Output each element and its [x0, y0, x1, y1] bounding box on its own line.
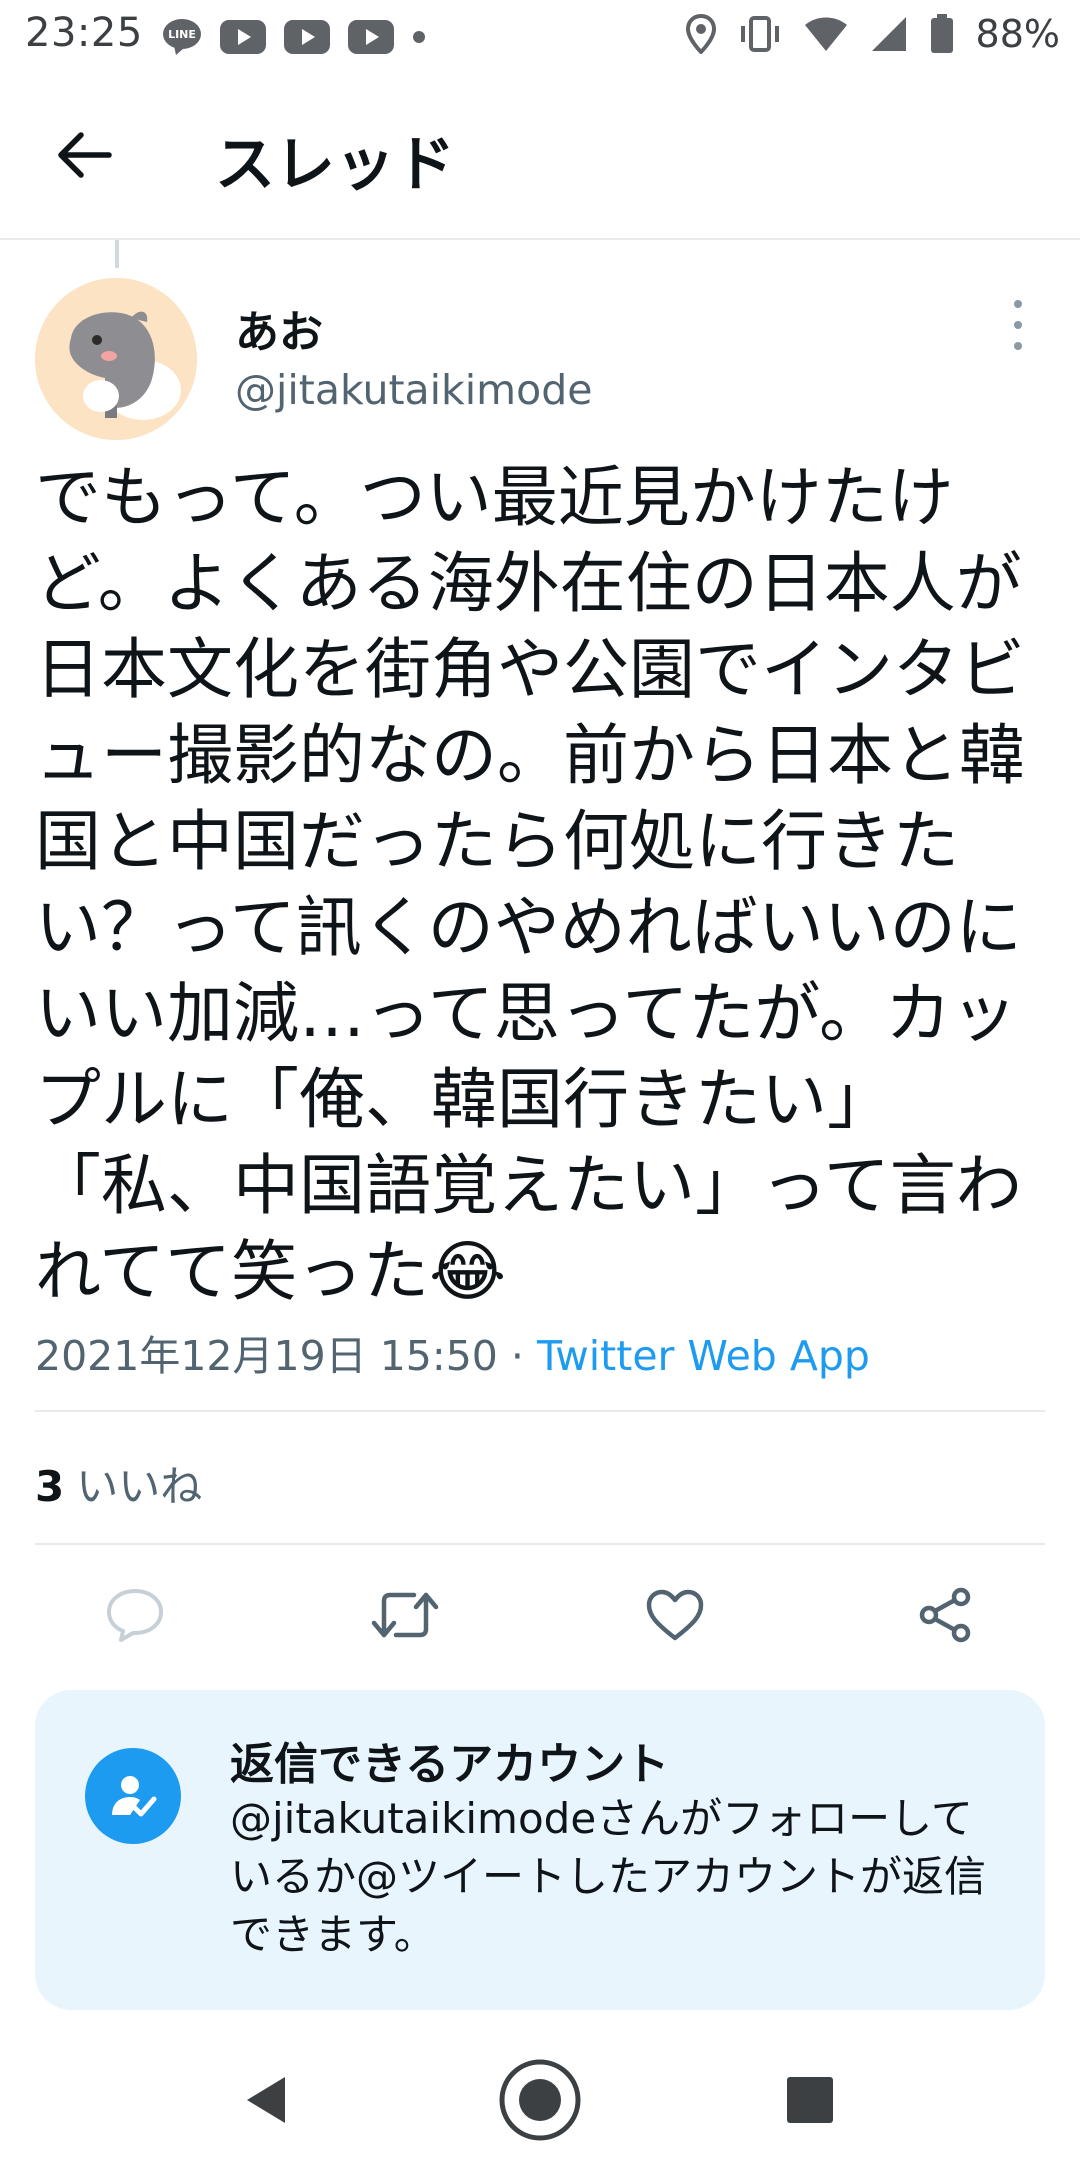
dot-icon: [413, 31, 425, 43]
reply-permission-icon-badge: [85, 1748, 181, 1844]
reply-permission-title: 返信できるアカウント: [230, 1739, 670, 1790]
tweet-source-link[interactable]: Twitter Web App: [537, 1332, 870, 1380]
thread-connector-line: [115, 240, 119, 268]
nav-recents-button[interactable]: [762, 2052, 858, 2148]
nav-back-button[interactable]: [218, 2052, 314, 2148]
location-icon: [685, 14, 716, 54]
tweet-action-bar: [0, 1580, 1080, 1660]
author-handle[interactable]: @jitakutaikimode: [235, 366, 592, 414]
svg-text:LINE: LINE: [168, 28, 196, 41]
arrow-left-icon: [58, 132, 112, 178]
youtube-icon: [220, 20, 266, 54]
battery-percent: 88%: [975, 12, 1060, 56]
more-options-button[interactable]: [1003, 300, 1033, 350]
likes-row[interactable]: 3 いいね: [35, 1453, 202, 1514]
meta-separator: ·: [497, 1332, 537, 1380]
share-icon: [919, 1587, 971, 1643]
system-icons: 88%: [685, 12, 1060, 56]
vibrate-icon: [740, 16, 779, 52]
tapir-avatar-image: [35, 278, 197, 440]
line-icon: LINE: [163, 19, 201, 55]
wifi-icon: [804, 17, 847, 51]
heart-icon: [646, 1589, 704, 1641]
reply-permission-description: @jitakutaikimodeさんがフォローしているか@ツイートしたアカウント…: [230, 1794, 987, 1959]
more-dot: [1014, 321, 1022, 329]
reply-permission-card: 返信できるアカウント @jitakutaikimodeさんがフォローしているか@…: [35, 1690, 1045, 2010]
retweet-button[interactable]: [370, 1580, 440, 1650]
divider: [35, 1410, 1045, 1412]
more-dot: [1014, 300, 1022, 308]
retweet-icon: [371, 1592, 439, 1638]
status-bar: 23:25 LINE 88%: [0, 0, 1080, 72]
signal-icon: [871, 17, 906, 51]
thread-screen: 23:25 LINE 88% スレッド あお @jitakutaikimode …: [0, 0, 1080, 2160]
reply-button[interactable]: [100, 1580, 170, 1650]
tweet-timestamp-row: 2021年12月19日 15:50 · Twitter Web App: [35, 1322, 870, 1382]
battery-icon: [930, 14, 953, 53]
likes-count: 3: [35, 1462, 65, 1511]
divider: [35, 1543, 1045, 1545]
user-check-icon: [112, 1776, 157, 1817]
tweet-text: でもって。つい最近見かけたけど。よくある海外在住の日本人が日本文化を街角や公園で…: [35, 459, 1025, 1310]
system-navigation-bar: [0, 2040, 1080, 2160]
home-circle-icon: [499, 2059, 581, 2141]
back-button[interactable]: [50, 120, 120, 190]
reply-icon: [107, 1589, 163, 1642]
square-recents-icon: [787, 2077, 833, 2123]
tweet-datetime: 2021年12月19日 15:50: [35, 1332, 498, 1380]
page-title: スレッド: [215, 130, 455, 200]
notification-icons: LINE: [162, 18, 426, 56]
youtube-icon: [348, 20, 394, 54]
triangle-back-icon: [247, 2077, 285, 2123]
author-name[interactable]: あお: [235, 296, 323, 360]
likes-label: いいね: [76, 1462, 203, 1511]
avatar[interactable]: [35, 278, 197, 440]
youtube-icon: [284, 20, 330, 54]
more-dot: [1014, 342, 1022, 350]
like-button[interactable]: [640, 1580, 710, 1650]
app-header: スレッド: [0, 72, 1080, 240]
nav-home-button[interactable]: [492, 2052, 588, 2148]
share-button[interactable]: [910, 1580, 980, 1650]
status-time: 23:25: [25, 10, 143, 56]
